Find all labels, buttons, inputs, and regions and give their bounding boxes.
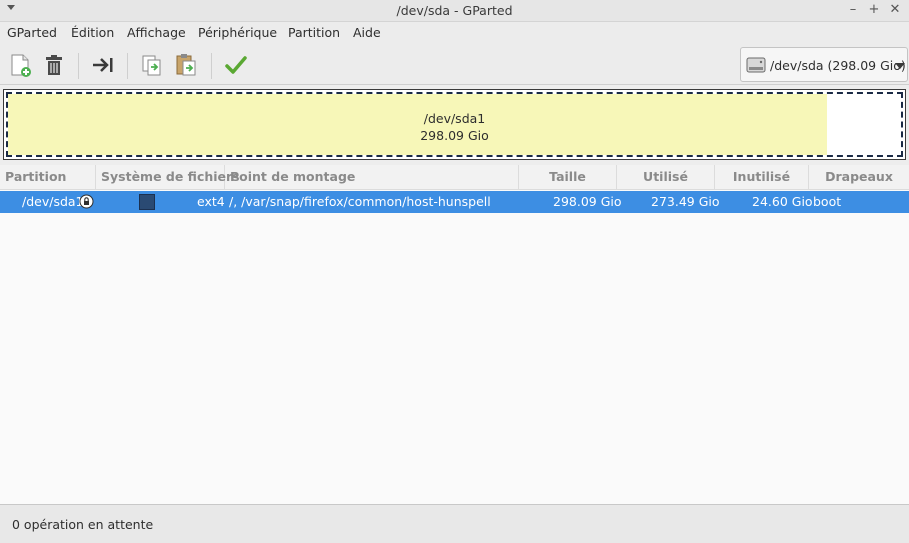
column-header-filesystem[interactable]: Système de fichiers xyxy=(96,165,240,190)
row-used: 273.49 Gio xyxy=(651,194,720,209)
mounted-lock-icon xyxy=(79,194,94,209)
toolbar-separator xyxy=(211,53,212,79)
toolbar: /dev/sda (298.09 Gio) xyxy=(0,45,909,85)
row-flags: boot xyxy=(813,194,842,209)
chevron-down-icon xyxy=(895,63,905,69)
device-selector[interactable]: /dev/sda (298.09 Gio) xyxy=(740,47,908,82)
minimize-button[interactable]: – xyxy=(845,2,861,18)
new-partition-icon[interactable] xyxy=(6,51,34,79)
partition-graphic-sda1[interactable]: /dev/sda1 298.09 Gio xyxy=(6,92,903,157)
maximize-button[interactable]: + xyxy=(866,2,882,18)
menu-peripherique[interactable]: Périphérique xyxy=(198,25,277,40)
disk-map: /dev/sda1 298.09 Gio xyxy=(3,89,906,160)
paste-icon[interactable] xyxy=(172,51,200,79)
resize-move-icon[interactable] xyxy=(89,51,117,79)
menu-affichage[interactable]: Affichage xyxy=(127,25,186,40)
column-header-size[interactable]: Taille xyxy=(519,165,617,190)
partition-list: Partition Système de fichiers Point de m… xyxy=(0,165,909,504)
copy-icon[interactable] xyxy=(138,51,166,79)
window-title: /dev/sda - GParted xyxy=(396,3,513,18)
menu-aide[interactable]: Aide xyxy=(353,25,381,40)
device-selector-label: /dev/sda (298.09 Gio) xyxy=(770,58,906,73)
column-header-mountpoint[interactable]: Point de montage xyxy=(225,165,519,190)
row-partition: /dev/sda1 xyxy=(22,194,84,209)
row-unused: 24.60 Gio xyxy=(752,194,813,209)
table-header: Partition Système de fichiers Point de m… xyxy=(0,165,909,190)
menu-partition[interactable]: Partition xyxy=(288,25,340,40)
filesystem-color-swatch xyxy=(139,194,155,210)
table-row[interactable]: /dev/sda1 ext4 /, /var/snap/firefox/comm… xyxy=(0,191,909,213)
close-button[interactable]: ✕ xyxy=(887,2,903,18)
row-filesystem: ext4 xyxy=(197,194,225,209)
delete-icon[interactable] xyxy=(40,51,68,79)
column-header-unused[interactable]: Inutilisé xyxy=(715,165,809,190)
row-mountpoint: /, /var/snap/firefox/common/host-hunspel… xyxy=(229,194,491,209)
toolbar-separator xyxy=(127,53,128,79)
column-header-used[interactable]: Utilisé xyxy=(617,165,715,190)
partition-graphic-name: /dev/sda1 xyxy=(423,111,486,126)
apply-icon[interactable] xyxy=(222,51,250,79)
column-header-flags[interactable]: Drapeaux xyxy=(809,165,909,190)
partition-graphic-size: 298.09 Gio xyxy=(420,128,489,143)
pending-operations-status: 0 opération en attente xyxy=(12,517,154,532)
status-bar: 0 opération en attente xyxy=(0,504,909,543)
menu-edition[interactable]: Édition xyxy=(71,25,114,40)
column-header-partition[interactable]: Partition xyxy=(0,165,96,190)
menu-bar: GParted Édition Affichage Périphérique P… xyxy=(0,22,909,45)
row-size: 298.09 Gio xyxy=(553,194,622,209)
toolbar-separator xyxy=(78,53,79,79)
title-bar: /dev/sda - GParted – + ✕ xyxy=(0,0,909,22)
hard-disk-icon xyxy=(745,54,767,76)
menu-gparted[interactable]: GParted xyxy=(7,25,57,40)
